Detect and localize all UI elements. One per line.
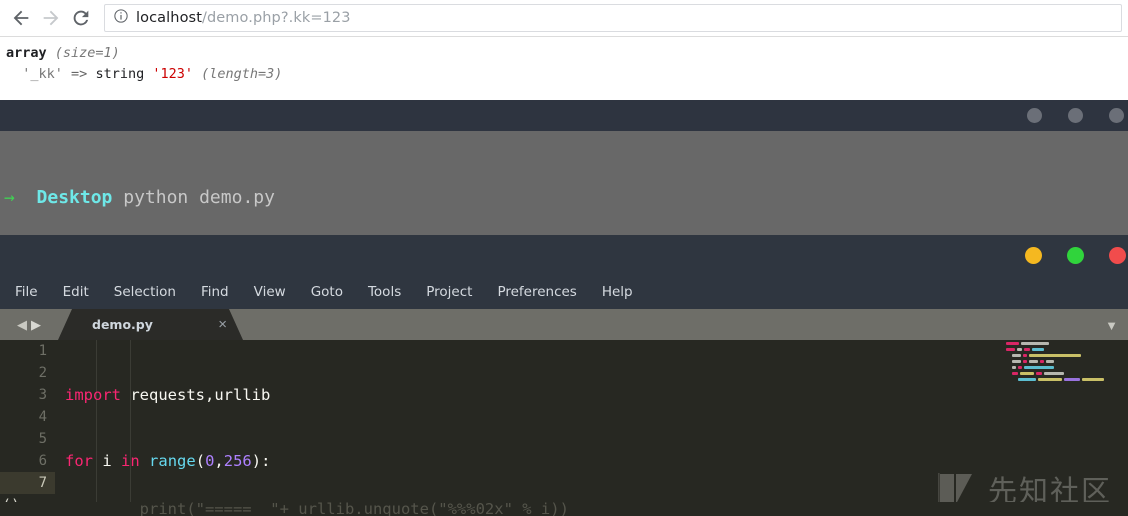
sublime-titlebar[interactable] [0,235,1128,275]
php-key: '_kk' [22,66,63,82]
tab-label: demo.py [92,317,153,332]
minimize-dot[interactable] [1025,247,1042,264]
editor-minimap[interactable] [1002,342,1122,392]
menu-item-help[interactable]: Help [599,282,636,302]
url-path: /demo.php?.kk=123 [202,10,351,26]
editor-gutter: 1 2 3 4 5 6 7 () [0,340,55,516]
tab-prev-icon[interactable]: ◀ [17,317,27,333]
menu-item-find[interactable]: Find [198,282,232,302]
php-arrow: => [71,66,87,82]
sublime-menubar: File Edit Selection Find View Goto Tools… [0,275,1128,309]
info-circle-icon[interactable] [113,8,129,29]
terminal-titlebar[interactable] [0,100,1128,131]
php-type: string [95,66,144,82]
menu-item-preferences[interactable]: Preferences [494,282,579,302]
sublime-editor[interactable]: 1 2 3 4 5 6 7 () import requests,urllib … [0,340,1128,516]
menu-item-view[interactable]: View [251,282,289,302]
line-number: 4 [0,406,55,428]
tab-scroll-arrows[interactable]: ◀ ▶ [0,309,58,340]
php-array-size: (size=1) [55,45,120,61]
browser-toolbar: localhost/demo.php?.kk=123 [0,0,1128,37]
maximize-dot[interactable] [1067,247,1084,264]
code-line-2: for i in range(0,256): [55,450,1128,472]
php-value: '123' [152,66,193,82]
reload-icon[interactable] [66,3,96,33]
terminal-dot-2[interactable] [1068,108,1083,123]
minimap-row [1002,366,1122,370]
terminal-command-text: python demo.py [123,187,275,208]
line-number: 6 [0,450,55,472]
menu-item-selection[interactable]: Selection [111,282,179,302]
address-bar[interactable]: localhost/demo.php?.kk=123 [104,4,1122,32]
line-number: 1 [0,340,55,362]
address-bar-url: localhost/demo.php?.kk=123 [136,10,351,26]
php-dump-line-2: '_kk' => string '123' (length=3) [6,64,1128,85]
menu-item-goto[interactable]: Goto [308,282,346,302]
menu-item-edit[interactable]: Edit [60,282,92,302]
browser-page-content: array (size=1) '_kk' => string '123' (le… [0,37,1128,100]
url-host: localhost [136,10,202,26]
minimap-row [1002,372,1122,376]
sublime-window: File Edit Selection Find View Goto Tools… [0,235,1128,516]
sublime-tabbar: ◀ ▶ demo.py × ▼ [0,309,1128,340]
php-array-keyword: array [6,45,47,61]
minimap-row [1002,342,1122,346]
browser-window: localhost/demo.php?.kk=123 array (size=1… [0,0,1128,100]
editor-code-area[interactable]: import requests,urllib for i in range(0,… [55,340,1128,516]
tab-next-icon[interactable]: ▶ [31,317,41,333]
line-number: 2 [0,362,55,384]
php-dump-line-1: array (size=1) [6,43,1128,64]
back-icon[interactable] [6,3,36,33]
screenshot-root: localhost/demo.php?.kk=123 array (size=1… [0,0,1128,516]
minimap-row [1002,378,1122,382]
terminal-window: → Desktop python demo.py ====== , ======… [0,100,1128,235]
code-line-1: import requests,urllib [55,384,1128,406]
terminal-prompt-arrow: → [4,187,15,208]
minimap-row [1002,354,1122,358]
terminal-line-command: → Desktop python demo.py [0,185,1128,210]
php-length: (length=3) [201,66,282,82]
menu-item-file[interactable]: File [12,282,41,302]
line-number-active: 7 [0,472,55,494]
close-dot[interactable] [1109,247,1126,264]
editor-cut-off-line: print("===== "+ urllib.unquote("%%%02x" … [0,502,1128,516]
forward-icon[interactable] [36,3,66,33]
terminal-body[interactable]: → Desktop python demo.py ====== , ======… [0,131,1128,235]
terminal-dot-1[interactable] [1027,108,1042,123]
terminal-cwd: Desktop [37,187,113,208]
close-icon[interactable]: × [218,316,227,333]
minimap-row [1002,360,1122,364]
menu-item-project[interactable]: Project [423,282,475,302]
terminal-dot-3[interactable] [1109,108,1124,123]
chevron-down-icon[interactable]: ▼ [1105,318,1118,333]
menu-item-tools[interactable]: Tools [365,282,404,302]
line-number: 5 [0,428,55,450]
minimap-row [1002,348,1122,352]
line-number: 3 [0,384,55,406]
tab-demo-py[interactable]: demo.py × [58,309,243,340]
